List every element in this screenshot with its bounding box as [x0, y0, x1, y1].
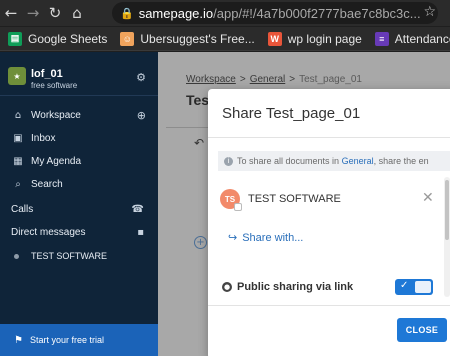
sheets-icon: ▤	[8, 31, 22, 46]
sidebar-item-search[interactable]: ⌕ Search	[0, 173, 158, 195]
home-icon[interactable]: ⌂	[66, 0, 88, 26]
share-with-link[interactable]: ↪ Share with...	[228, 231, 303, 244]
member-row: TS TEST SOFTWARE ✕	[220, 189, 440, 213]
gear-icon[interactable]: ⚙	[136, 71, 146, 84]
breadcrumb-separator: >	[239, 74, 246, 85]
search-icon: ⌕	[15, 178, 21, 190]
divider	[208, 305, 450, 306]
url-host: samepage.io	[138, 5, 214, 21]
presence-dot-icon	[14, 253, 19, 259]
breadcrumb-general[interactable]: General	[250, 74, 286, 85]
bookmark-label: Google Sheets	[28, 31, 108, 46]
toggle-knob	[415, 281, 431, 293]
browser-toolbar: ← → ↻ ⌂ 🔒 samepage.io/app/#!/4a7b000f277…	[0, 0, 450, 26]
breadcrumb-separator: >	[289, 74, 296, 85]
share-with-label: Share with...	[242, 231, 304, 244]
sidebar-item-workspace[interactable]: ⌂ Workspace ⊕	[0, 104, 158, 126]
sidebar-item-label: Workspace	[31, 109, 81, 121]
phone-icon[interactable]: ☎	[132, 204, 144, 215]
url-path: /app/#!/4a7b000f2777bae7c8bc3c...	[213, 5, 421, 21]
share-dialog: Share Test_page_01 i To share all docume…	[208, 89, 450, 356]
sidebar-item-my-agenda[interactable]: ▦ My Agenda	[0, 150, 158, 172]
reload-icon[interactable]: ↻	[44, 0, 66, 26]
sidebar-item-label: My Agenda	[31, 155, 82, 167]
bookmarks-bar: ▤ Google Sheets ☺ Ubersuggest's Free... …	[0, 27, 450, 51]
calendar-icon: ▦	[13, 155, 23, 167]
remove-member-icon[interactable]: ✕	[422, 190, 434, 206]
scrollbar-thumb[interactable]	[445, 180, 449, 240]
breadcrumb-current: Test_page_01	[299, 74, 362, 85]
breadcrumb: Workspace > General > Test_page_01	[186, 74, 362, 85]
info-prefix: To share all documents in	[237, 156, 340, 166]
add-icon[interactable]: ⊕	[137, 109, 146, 122]
breadcrumb-workspace[interactable]: Workspace	[186, 74, 236, 85]
start-free-trial-button[interactable]: ⚑ Start your free trial	[0, 324, 158, 356]
public-sharing-row: ● Public sharing via link ✓	[222, 279, 444, 299]
info-icon: i	[224, 156, 233, 166]
page-title: Tes	[186, 92, 210, 108]
public-sharing-toggle[interactable]: ✓	[395, 279, 433, 295]
back-icon[interactable]: ←	[0, 0, 22, 26]
undo-icon[interactable]: ↶	[194, 136, 204, 150]
bookmark-google-sheets[interactable]: ▤ Google Sheets	[8, 31, 108, 46]
member-badge-icon	[234, 203, 242, 211]
add-block-icon[interactable]: +	[194, 236, 207, 249]
globe-icon: ●	[222, 282, 232, 292]
dialog-title: Share Test_page_01	[222, 105, 361, 122]
bookmark-label: Attendance Form in...	[394, 31, 450, 46]
bookmark-ubersuggest[interactable]: ☺ Ubersuggest's Free...	[120, 31, 255, 46]
info-suffix: , share the en	[373, 156, 429, 166]
sidebar-section-direct-messages[interactable]: Direct messages ▪	[0, 221, 158, 243]
sidebar-item-inbox[interactable]: ▣ Inbox	[0, 127, 158, 149]
section-label: Direct messages	[11, 226, 86, 238]
gift-icon: ⚑	[14, 334, 23, 346]
lock-icon: 🔒	[120, 6, 134, 20]
sidebar: ★ lof_01 free software ⚙ ⌂ Workspace ⊕ ▣…	[0, 52, 158, 356]
forms-icon: ≡	[374, 31, 389, 46]
share-icon: ↪	[228, 231, 238, 244]
wordpress-icon: W	[267, 31, 282, 46]
bookmark-label: Ubersuggest's Free...	[140, 31, 255, 46]
bookmark-attendance-form[interactable]: ≡ Attendance Form in...	[374, 31, 450, 46]
dm-item-label: TEST SOFTWARE	[31, 251, 108, 261]
public-sharing-label: Public sharing via link	[237, 281, 354, 293]
section-label: Calls	[11, 203, 34, 215]
inbox-icon: ▣	[13, 132, 23, 144]
home-icon: ⌂	[14, 109, 22, 121]
workspace-header[interactable]: ★ lof_01 free software ⚙	[0, 52, 158, 96]
bookmark-star-icon[interactable]: ☆	[423, 4, 436, 20]
info-link-general[interactable]: General	[342, 156, 374, 166]
member-name: TEST SOFTWARE	[248, 193, 341, 205]
new-message-icon[interactable]: ▪	[137, 227, 144, 238]
bookmark-label: wp login page	[287, 31, 362, 46]
sidebar-item-label: Inbox	[31, 132, 56, 144]
info-banner: i To share all documents in General, sha…	[218, 151, 450, 171]
workspace-name: lof_01	[31, 68, 63, 80]
dm-item-test-software[interactable]: TEST SOFTWARE	[0, 246, 158, 266]
workspace-avatar: ★	[8, 67, 26, 85]
ubersuggest-icon: ☺	[120, 31, 135, 46]
check-icon: ✓	[400, 280, 409, 291]
trial-label: Start your free trial	[29, 335, 104, 345]
workspace-subtitle: free software	[31, 81, 78, 90]
address-bar[interactable]: 🔒 samepage.io/app/#!/4a7b000f2777bae7c8b…	[112, 2, 438, 24]
divider	[208, 137, 450, 138]
sidebar-section-calls[interactable]: Calls ☎	[0, 198, 158, 220]
sidebar-item-label: Search	[31, 178, 63, 190]
forward-icon[interactable]: →	[22, 0, 44, 26]
bookmark-wp-login[interactable]: W wp login page	[267, 31, 362, 46]
close-button[interactable]: CLOSE	[397, 318, 447, 342]
